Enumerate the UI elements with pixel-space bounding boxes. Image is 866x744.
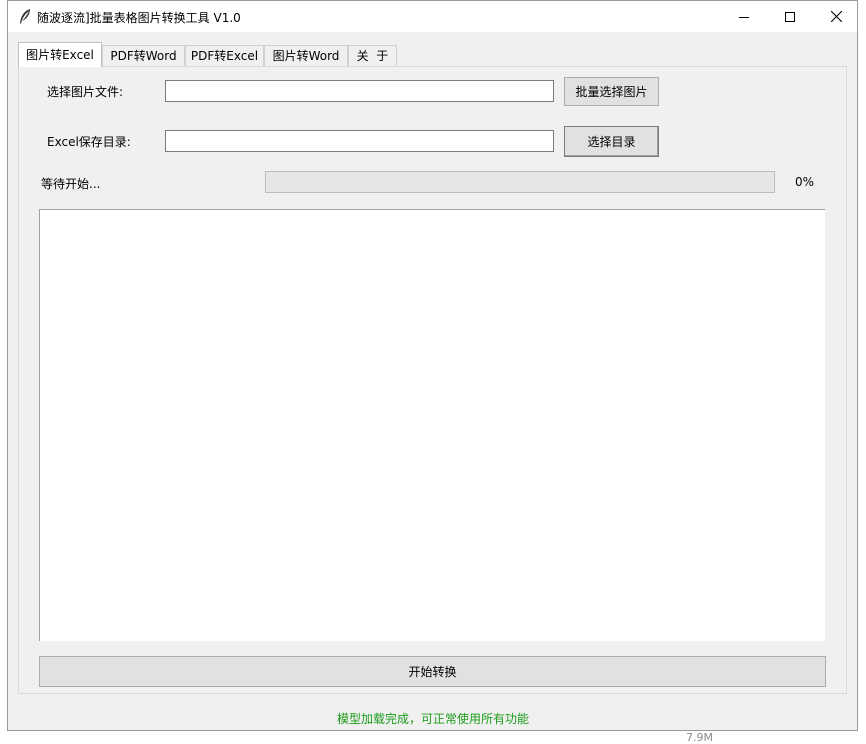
- progress-percent: 0%: [795, 175, 815, 189]
- batch-select-images-button[interactable]: 批量选择图片: [564, 77, 659, 106]
- tab-pdf-to-word[interactable]: PDF转Word: [102, 45, 185, 66]
- image-file-input[interactable]: [165, 80, 554, 102]
- background-window-text: 7.9M: [686, 731, 713, 744]
- minimize-icon: [739, 16, 749, 18]
- feather-icon: [20, 9, 30, 24]
- excel-dir-label: Excel保存目录:: [47, 135, 131, 149]
- close-button[interactable]: [813, 1, 859, 32]
- excel-dir-input[interactable]: [165, 130, 554, 152]
- tab-image-to-word[interactable]: 图片转Word: [264, 45, 348, 66]
- title-bar[interactable]: 随波逐流]批量表格图片转换工具 V1.0: [8, 1, 857, 32]
- progress-status-label: 等待开始...: [41, 177, 101, 191]
- log-textbox[interactable]: [39, 209, 825, 641]
- status-message: 模型加载完成，可正常使用所有功能: [337, 712, 530, 726]
- app-window: 随波逐流]批量表格图片转换工具 V1.0 图片转Excel PDF转Word P…: [7, 0, 858, 731]
- tab-about[interactable]: 关 于: [348, 45, 397, 66]
- tab-pdf-to-excel[interactable]: PDF转Excel: [185, 45, 264, 66]
- image-file-label: 选择图片文件:: [47, 85, 124, 99]
- start-convert-button[interactable]: 开始转换: [39, 656, 826, 687]
- close-icon: [830, 11, 842, 22]
- tab-image-to-excel[interactable]: 图片转Excel: [18, 42, 102, 67]
- progress-bar: [265, 171, 775, 193]
- maximize-icon: [785, 11, 795, 22]
- maximize-button[interactable]: [767, 1, 813, 32]
- window-title: 随波逐流]批量表格图片转换工具 V1.0: [37, 11, 241, 25]
- minimize-button[interactable]: [721, 1, 767, 32]
- select-directory-button[interactable]: 选择目录: [564, 126, 659, 157]
